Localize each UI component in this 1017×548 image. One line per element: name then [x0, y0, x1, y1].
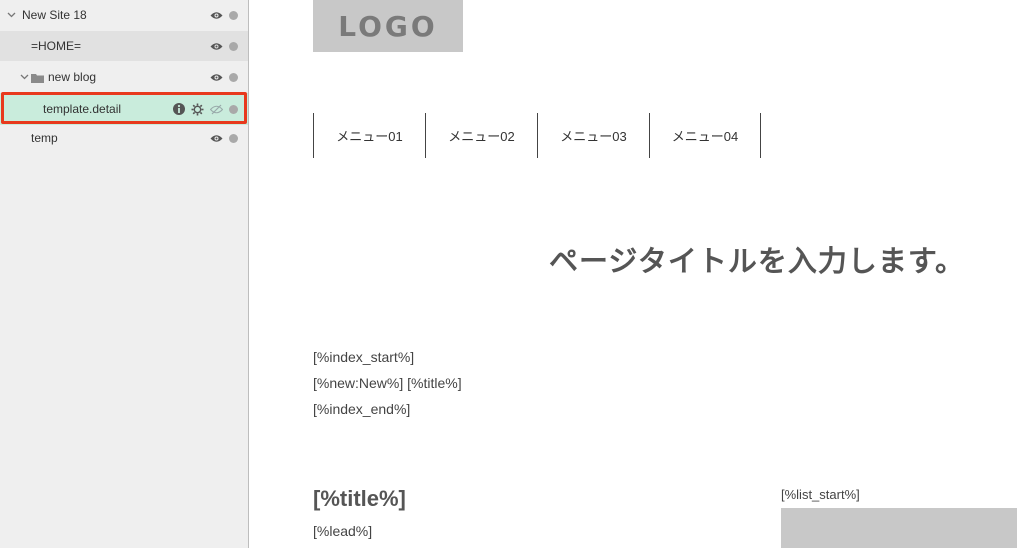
index-entry-tag: [%new:New%] [%title%]: [313, 375, 462, 391]
eye-icon[interactable]: [210, 11, 223, 20]
site-tree-panel: New Site 18 =HOME= new blog template.det…: [0, 0, 249, 548]
status-dot[interactable]: [229, 41, 238, 51]
status-dot[interactable]: [229, 133, 238, 143]
nav-item-menu-01[interactable]: メニュー01: [313, 113, 425, 158]
chevron-down-icon[interactable]: [6, 10, 16, 20]
tree-item-template-detail[interactable]: template.detail: [0, 93, 248, 125]
chevron-down-icon[interactable]: [19, 72, 29, 82]
gear-icon[interactable]: [191, 103, 204, 116]
tree-item-temp[interactable]: temp: [0, 123, 248, 153]
page-title: ページタイトルを入力します。: [549, 244, 965, 278]
tree-item-label: temp: [31, 131, 58, 145]
nav-item-menu-02[interactable]: メニュー02: [425, 113, 537, 158]
tree-item-label: =HOME=: [31, 39, 82, 53]
tree-item-new-blog[interactable]: new blog: [0, 62, 248, 92]
list-placeholder-image: [781, 508, 1017, 548]
logo[interactable]: LOGO: [313, 0, 463, 52]
eye-icon[interactable]: [210, 73, 223, 82]
eye-icon[interactable]: [210, 134, 223, 143]
status-dot[interactable]: [229, 72, 238, 82]
nav-item-menu-04[interactable]: メニュー04: [649, 113, 761, 158]
eye-icon[interactable]: [210, 42, 223, 51]
article-title-tag: [%title%]: [313, 486, 406, 511]
eye-slash-icon[interactable]: [210, 104, 223, 115]
status-dot[interactable]: [229, 10, 238, 20]
list-start-tag: [%list_start%]: [781, 487, 860, 502]
info-icon[interactable]: [173, 103, 185, 115]
tree-item-home[interactable]: =HOME=: [0, 31, 248, 61]
status-dot[interactable]: [229, 104, 238, 114]
nav-item-menu-03[interactable]: メニュー03: [537, 113, 649, 158]
article-lead-tag: [%lead%]: [313, 523, 373, 539]
tree-item-label: New Site 18: [22, 8, 87, 22]
folder-icon: [31, 72, 44, 86]
logo-text: LOGO: [338, 9, 438, 43]
index-start-tag: [%index_start%]: [313, 349, 415, 365]
global-nav: メニュー01 メニュー02 メニュー03 メニュー04: [313, 113, 761, 158]
tree-item-site[interactable]: New Site 18: [0, 0, 248, 30]
tree-item-label: template.detail: [43, 102, 122, 116]
index-end-tag: [%index_end%]: [313, 401, 411, 417]
tree-item-label: new blog: [48, 70, 97, 84]
